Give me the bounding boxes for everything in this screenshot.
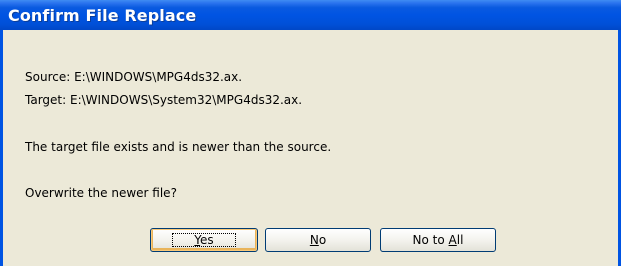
yes-button[interactable]: Yes — [150, 228, 258, 252]
overwrite-question: Overwrite the newer file? — [25, 186, 177, 200]
no-label-rest: o — [318, 233, 327, 247]
yes-button-label: Yes — [172, 233, 236, 247]
no-to-all-button-label: No to All — [413, 229, 464, 251]
yes-label-rest: es — [200, 233, 214, 247]
no-to-all-button[interactable]: No to All — [380, 228, 496, 252]
no-mnemonic: N — [309, 233, 319, 247]
dialog-body: Source: E:\WINDOWS\MPG4ds32.ax. Target: … — [3, 30, 618, 266]
no-button[interactable]: No — [265, 228, 371, 252]
newer-file-message: The target file exists and is newer than… — [25, 140, 332, 154]
no-to-all-label-rest: ll — [456, 233, 464, 247]
source-path-text: Source: E:\WINDOWS\MPG4ds32.ax. — [25, 70, 243, 84]
no-to-all-prefix: No to — [412, 233, 449, 247]
title-bar[interactable]: Confirm File Replace — [0, 0, 621, 30]
no-button-label: No — [310, 229, 326, 251]
dialog-title: Confirm File Replace — [8, 6, 197, 25]
confirm-file-replace-dialog: Confirm File Replace Source: E:\WINDOWS\… — [0, 0, 621, 266]
target-path-text: Target: E:\WINDOWS\System32\MPG4ds32.ax. — [25, 93, 303, 107]
no-to-all-mnemonic: A — [448, 233, 457, 247]
